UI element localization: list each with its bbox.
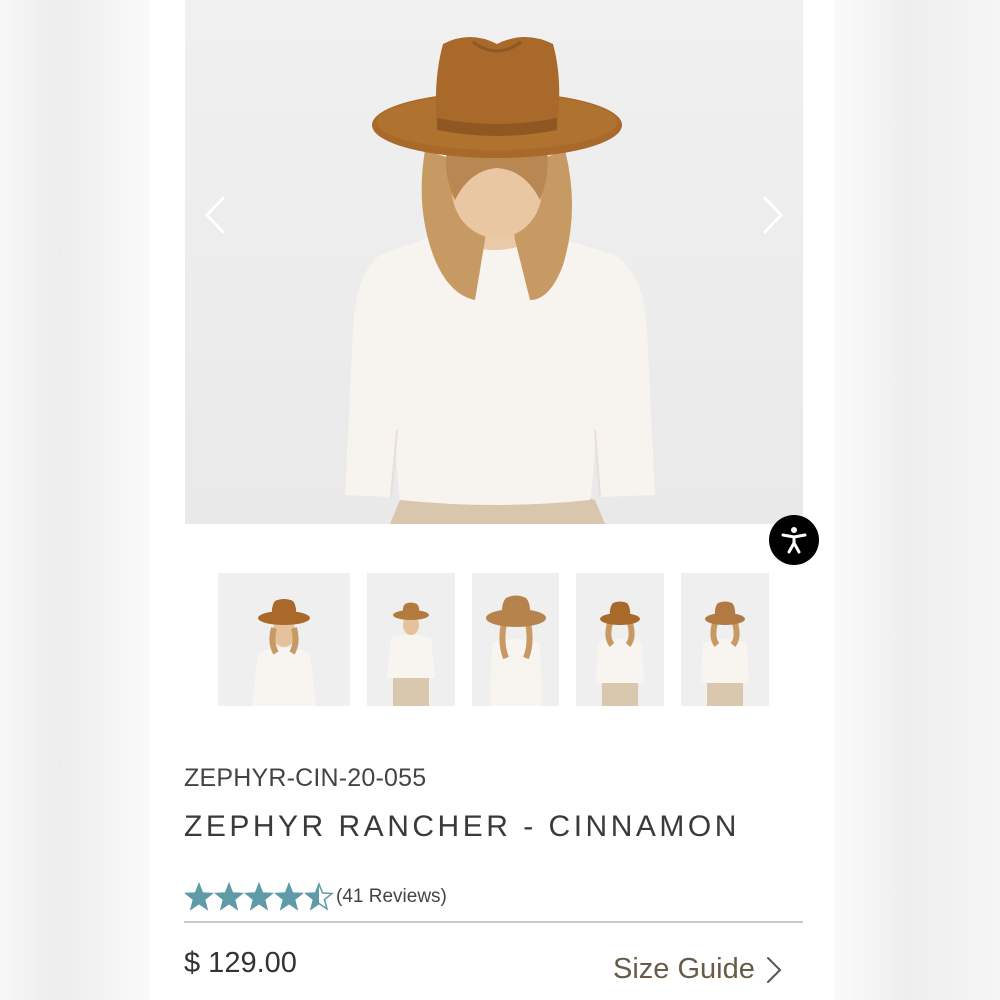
product-main-image [185, 0, 803, 524]
product-card: ZEPHYR-CIN-20-055 ZEPHYR RANCHER - CINNA… [150, 0, 835, 1000]
thumbnail-2[interactable] [367, 573, 455, 706]
accessibility-button[interactable] [769, 515, 819, 565]
product-price: $ 129.00 [184, 947, 297, 979]
product-sku: ZEPHYR-CIN-20-055 [184, 764, 427, 792]
product-rating[interactable]: (41 Reviews) [184, 882, 447, 912]
star-icon [244, 882, 274, 911]
size-guide-label: Size Guide [613, 953, 755, 985]
star-icon [274, 882, 304, 911]
rating-stars [184, 882, 334, 912]
star-icon [184, 882, 214, 911]
thumbnail-image [681, 573, 769, 706]
thumbnail-3[interactable] [472, 573, 559, 706]
product-title: ZEPHYR RANCHER - CINNAMON [184, 810, 740, 843]
chevron-right-icon [763, 196, 784, 234]
thumbnail-image [367, 573, 455, 706]
star-icon [214, 882, 244, 911]
gallery-prev-button[interactable] [195, 190, 235, 240]
thumbnail-4[interactable] [576, 573, 664, 706]
thumbnail-image [576, 573, 664, 706]
thumbnail-image [218, 573, 350, 706]
chevron-right-icon [766, 956, 782, 983]
thumbnail-5[interactable] [681, 573, 769, 706]
accessibility-icon [781, 527, 807, 554]
gallery-next-button[interactable] [753, 190, 793, 240]
model-with-hat-illustration [345, 37, 655, 524]
size-guide-link[interactable]: Size Guide [613, 953, 783, 986]
thumbnail-1[interactable] [218, 573, 350, 706]
reviews-count[interactable]: (41 Reviews) [336, 886, 447, 908]
star-icon [304, 882, 334, 911]
chevron-left-icon [204, 196, 225, 234]
divider [184, 921, 803, 923]
thumbnail-image [472, 573, 559, 706]
